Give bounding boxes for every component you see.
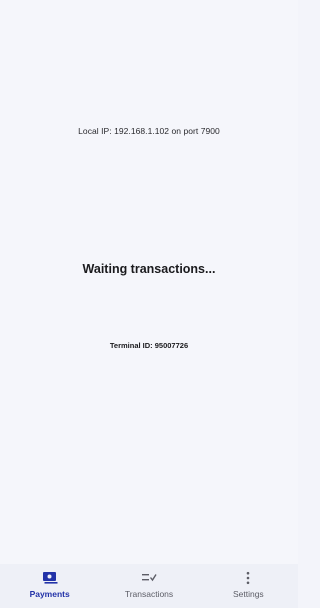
nav-item-payments[interactable]: Payments <box>5 564 95 608</box>
transactions-icon <box>139 571 159 585</box>
settings-icon <box>238 571 258 585</box>
payments-icon <box>40 571 60 585</box>
bottom-navigation: Payments Transactions Settings <box>0 564 298 608</box>
nav-label-transactions: Transactions <box>124 589 174 599</box>
nav-item-settings[interactable]: Settings <box>203 564 293 608</box>
app-screen: Local IP: 192.168.1.102 on port 7900 Wai… <box>0 0 298 608</box>
nav-item-transactions[interactable]: Transactions <box>104 564 194 608</box>
local-ip-label: Local IP: 192.168.1.102 on port 7900 <box>78 126 220 136</box>
nav-label-payments: Payments <box>29 589 70 599</box>
terminal-id-label: Terminal ID: 95007726 <box>109 341 189 350</box>
nav-label-settings: Settings <box>232 589 264 599</box>
waiting-status-text: Waiting transactions... <box>82 262 216 276</box>
